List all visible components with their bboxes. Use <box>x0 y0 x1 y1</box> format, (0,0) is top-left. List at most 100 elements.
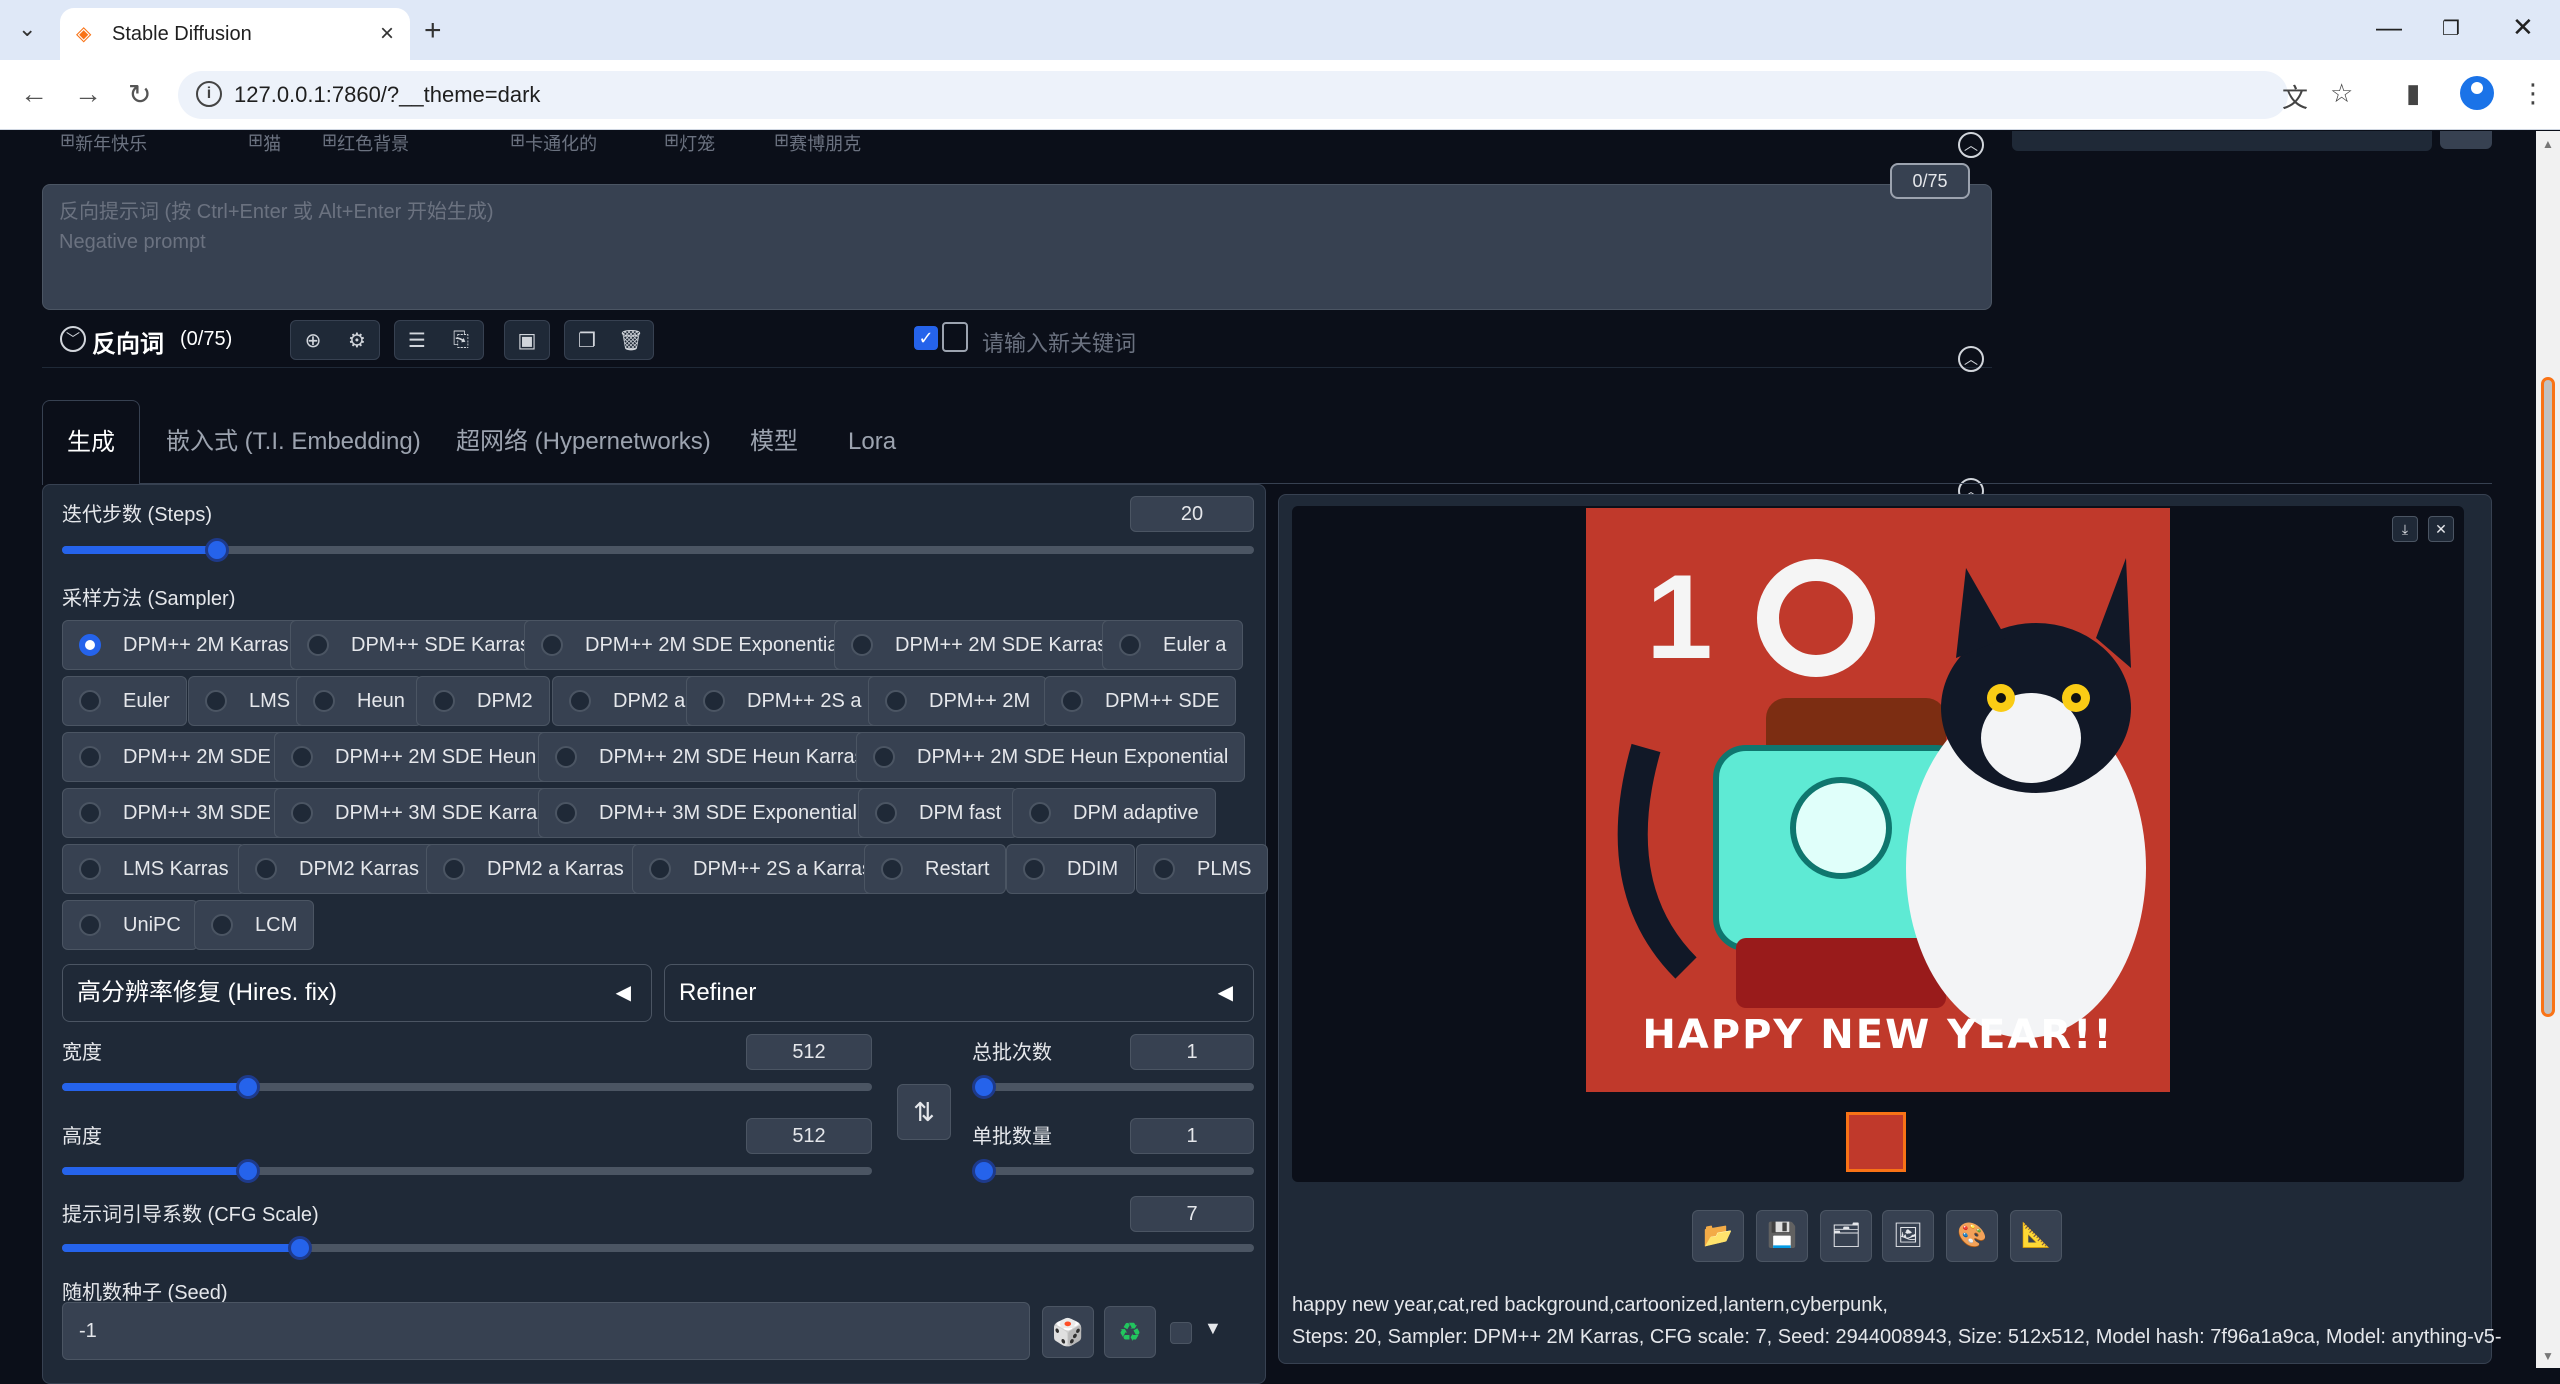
sampler-option[interactable]: LCM <box>194 900 315 950</box>
sampler-option[interactable]: DPM++ 2M SDE Heun Karras <box>538 732 882 782</box>
reuse-seed-recycle-icon[interactable]: ♻ <box>1104 1306 1156 1358</box>
sampler-option[interactable]: PLMS <box>1136 844 1269 894</box>
refiner-accordion[interactable]: Refiner ◀ <box>664 964 1254 1022</box>
sampler-option[interactable]: Euler <box>62 676 187 726</box>
browser-tab[interactable]: ◈ Stable Diffusion × <box>60 8 410 60</box>
sampler-option[interactable]: DPM++ 2M SDE Heun Exponential <box>856 732 1246 782</box>
sampler-option[interactable]: DPM2 <box>416 676 550 726</box>
open-folder-icon[interactable]: 📂 <box>1692 1210 1744 1262</box>
collapse-negative-icon[interactable]: ﹀ <box>60 326 86 352</box>
collapse-keyword-row-icon[interactable]: ︿ <box>1958 346 1984 372</box>
extra-seed-checkbox[interactable] <box>1170 1322 1192 1344</box>
sampler-option[interactable]: DPM++ 2M SDE Karras <box>834 620 1125 670</box>
send-to-extras-icon[interactable]: 📐 <box>2010 1210 2062 1262</box>
sampler-option[interactable]: DDIM <box>1006 844 1136 894</box>
random-seed-dice-icon[interactable]: 🎲 <box>1042 1306 1094 1358</box>
scroll-up-icon[interactable]: ▲ <box>2542 137 2554 151</box>
reload-icon[interactable]: ↻ <box>128 78 151 111</box>
sampler-option[interactable]: LMS <box>188 676 308 726</box>
top-right-button[interactable] <box>2440 131 2492 149</box>
batch-count-slider[interactable] <box>972 1075 1254 1099</box>
sampler-option[interactable]: DPM adaptive <box>1012 788 1216 838</box>
steps-slider[interactable] <box>62 538 1254 562</box>
batch-size-slider-handle[interactable] <box>972 1159 996 1183</box>
profile-avatar[interactable] <box>2460 76 2494 110</box>
sampler-option[interactable]: UniPC <box>62 900 198 950</box>
batch-count-slider-handle[interactable] <box>972 1075 996 1099</box>
sampler-option[interactable]: DPM++ 2S a Karras <box>632 844 889 894</box>
save-icon[interactable]: 💾 <box>1756 1210 1808 1262</box>
sampler-option[interactable]: DPM2 Karras <box>238 844 437 894</box>
address-bar[interactable]: i 127.0.0.1:7860/?__theme=dark <box>178 71 2288 119</box>
height-slider[interactable] <box>62 1159 872 1183</box>
height-input[interactable]: 512 <box>746 1118 872 1154</box>
minimize-icon[interactable]: — <box>2376 12 2402 43</box>
sampler-option[interactable]: DPM++ 2M SDE Heun <box>274 732 554 782</box>
tab-generate[interactable]: 生成 <box>42 400 140 485</box>
send-to-img2img-icon[interactable]: 🖼 <box>1882 1210 1934 1262</box>
zip-icon[interactable]: 🗂 <box>1820 1210 1872 1262</box>
sampler-option[interactable]: DPM++ 2S a <box>686 676 879 726</box>
swap-dimensions-button[interactable]: ⇅ <box>897 1084 951 1140</box>
keyword-input[interactable]: 请输入新关键词 <box>982 326 1136 358</box>
batch-size-input[interactable]: 1 <box>1130 1118 1254 1154</box>
side-panel-icon[interactable]: ▮ <box>2406 78 2420 109</box>
hires-fix-accordion[interactable]: 高分辨率修复 (Hires. fix) ◀ <box>62 964 652 1022</box>
scrollbar-thumb[interactable] <box>2541 377 2555 1017</box>
batch-size-slider[interactable] <box>972 1159 1254 1183</box>
send-to-inpaint-icon[interactable]: 🎨 <box>1946 1210 1998 1262</box>
tab-models[interactable]: 模型 <box>750 400 798 484</box>
close-image-icon[interactable]: ✕ <box>2428 516 2454 542</box>
translate-icon[interactable]: ⽂ <box>2282 78 2308 115</box>
sampler-option[interactable]: DPM2 a Karras <box>426 844 641 894</box>
copy-icon[interactable]: ❐ <box>565 328 609 353</box>
sampler-option[interactable]: DPM++ 2M <box>868 676 1048 726</box>
sampler-option[interactable]: DPM++ 2M Karras <box>62 620 306 670</box>
sampler-option[interactable]: DPM++ 2M SDE Exponential <box>524 620 860 670</box>
sampler-option[interactable]: DPM++ SDE Karras <box>290 620 547 670</box>
window-close-icon[interactable]: ✕ <box>2512 12 2534 43</box>
delete-icon[interactable]: 🗑 <box>609 328 653 353</box>
keyword-checkbox[interactable]: ✓ <box>914 326 938 350</box>
restore-icon[interactable]: ❐ <box>2442 16 2460 41</box>
tab-lora[interactable]: Lora <box>848 400 896 484</box>
batch-count-input[interactable]: 1 <box>1130 1034 1254 1070</box>
site-info-icon[interactable]: i <box>196 81 222 107</box>
steps-slider-handle[interactable] <box>204 538 229 562</box>
settings-icon[interactable]: ⚙ <box>335 328 379 353</box>
negative-prompt-textarea[interactable]: 反向提示词 (按 Ctrl+Enter 或 Alt+Enter 开始生成) Ne… <box>42 184 1992 310</box>
sampler-option[interactable]: DPM++ 3M SDE Karras <box>274 788 565 838</box>
tab-embedding[interactable]: 嵌入式 (T.I. Embedding) <box>166 400 421 484</box>
tab-hypernetworks[interactable]: 超网络 (Hypernetworks) <box>456 400 711 484</box>
download-icon[interactable]: ⤓ <box>2392 516 2418 542</box>
sampler-option[interactable]: LMS Karras <box>62 844 246 894</box>
sampler-option[interactable]: DPM++ SDE <box>1044 676 1237 726</box>
page-scrollbar[interactable]: ▲ ▼ <box>2536 131 2560 1368</box>
keyword-cursor-box[interactable] <box>942 322 968 352</box>
sampler-option[interactable]: Euler a <box>1102 620 1244 670</box>
cfg-input[interactable]: 7 <box>1130 1196 1254 1232</box>
gallery-thumbnail[interactable] <box>1846 1112 1906 1172</box>
generated-image[interactable]: 1 HAPPY NEW YEAR!! <box>1586 508 2170 1092</box>
back-icon[interactable]: ← <box>20 78 48 110</box>
sampler-option[interactable]: Restart <box>864 844 1007 894</box>
ai-translate-icon[interactable]: ▣ <box>505 328 549 353</box>
forward-icon[interactable]: → <box>74 78 102 110</box>
close-tab-icon[interactable]: × <box>380 20 394 48</box>
sampler-option[interactable]: DPM++ 3M SDE Exponential <box>538 788 874 838</box>
scroll-down-icon[interactable]: ▼ <box>2542 1349 2554 1363</box>
seed-input[interactable]: -1 <box>62 1302 1030 1360</box>
extra-seed-dropdown-icon[interactable]: ▼ <box>1204 1318 1222 1339</box>
cfg-slider[interactable] <box>62 1236 1254 1260</box>
width-slider[interactable] <box>62 1075 872 1099</box>
bookmark-icon[interactable]: ⎘ <box>439 329 483 352</box>
menu-icon[interactable]: ⋮ <box>2520 78 2546 109</box>
globe-icon[interactable]: ⊕ <box>291 328 335 353</box>
sampler-option[interactable]: DPM2 a <box>552 676 703 726</box>
list-icon[interactable]: ☰ <box>395 328 439 353</box>
bookmark-star-icon[interactable]: ☆ <box>2330 78 2353 109</box>
sampler-option[interactable]: DPM++ 2M SDE <box>62 732 288 782</box>
tab-search-icon[interactable]: ⌄ <box>18 16 36 42</box>
sampler-option[interactable]: DPM++ 3M SDE <box>62 788 288 838</box>
sampler-option[interactable]: Heun <box>296 676 422 726</box>
